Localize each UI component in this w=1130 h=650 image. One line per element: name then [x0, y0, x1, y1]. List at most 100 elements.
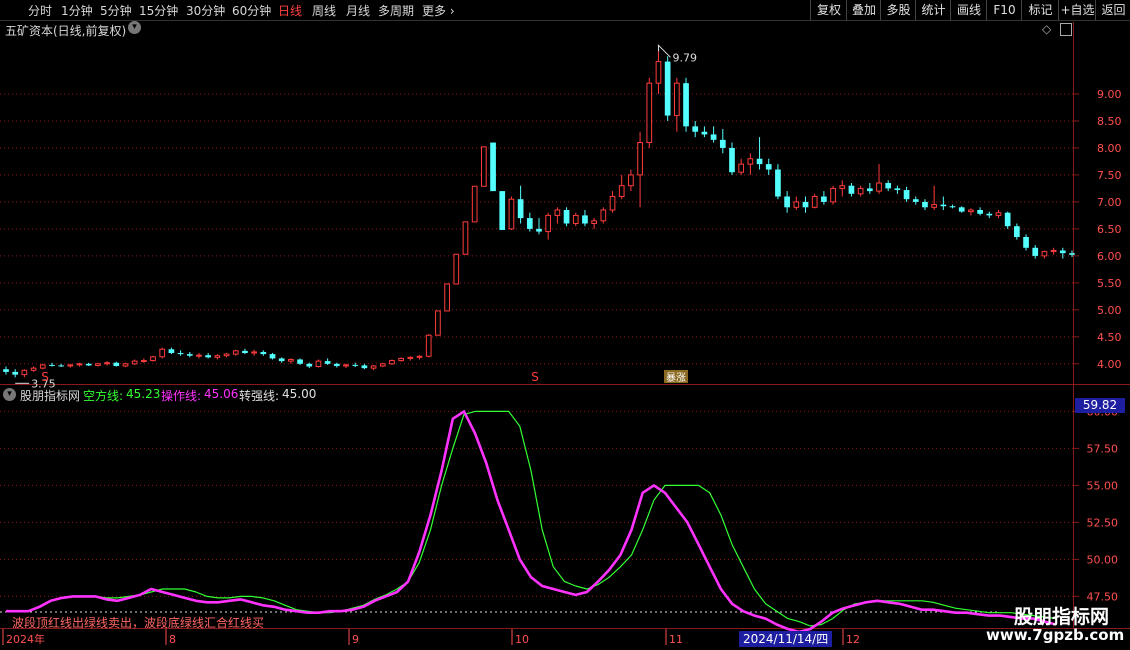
candle-body-up	[435, 310, 441, 336]
watermark-url: www.7gpzb.com	[986, 626, 1125, 644]
candle-body-down	[49, 364, 55, 366]
candle-body-up	[545, 214, 552, 233]
candle-body-down	[821, 196, 827, 202]
chevron-down-icon[interactable]: ▾	[128, 21, 141, 34]
sell-signal-s: S	[41, 370, 49, 384]
candle-body-up	[646, 82, 653, 144]
price-y-label: 8.00	[1097, 142, 1122, 155]
candle-body-down	[958, 207, 965, 212]
price-y-label: 5.00	[1097, 304, 1122, 317]
x-axis-label: 12	[846, 633, 860, 646]
high-marker-label: 9.79	[672, 51, 697, 64]
candle-body-down	[563, 210, 570, 224]
candle-body-up	[453, 253, 460, 285]
candle-body-down	[912, 199, 919, 202]
candle-body-up	[140, 360, 147, 363]
candle-body-down	[701, 131, 708, 135]
candle-body-up	[370, 365, 377, 369]
candle-body-down	[775, 169, 781, 197]
candle-body-up	[76, 363, 83, 366]
candle-body-down	[536, 228, 542, 232]
candle-body-down	[710, 134, 717, 140]
x-axis-label: 10	[515, 633, 529, 646]
candle-body-down	[1032, 247, 1039, 256]
candle-body-down	[333, 363, 340, 366]
candle-body-down	[517, 199, 524, 219]
price-panel-title: 五矿资本(日线,前复权)	[5, 24, 127, 38]
candle-body-down	[894, 188, 901, 191]
candle-body-up	[572, 214, 579, 224]
candle-body-down	[205, 355, 212, 358]
candle-body-down	[582, 215, 588, 224]
chart-canvas: 9.00 8.50 8.00 7.50 7.00 6.50 6.00 5.50 5.00 4.50…	[0, 22, 1130, 646]
candle-body-up	[471, 185, 478, 223]
candle-body-down	[885, 183, 892, 189]
surge-badge-label: 暴涨	[666, 372, 686, 384]
candle-body-up	[159, 348, 166, 358]
candle-body-down	[297, 359, 303, 364]
x-axis-label: 8	[169, 633, 176, 646]
candle-body-up	[481, 146, 487, 187]
price-y-label: 4.50	[1097, 331, 1122, 344]
price-y-label: 6.50	[1097, 223, 1122, 236]
price-y-label: 6.00	[1097, 250, 1122, 263]
candle-body-down	[3, 369, 9, 372]
indicator-name: 股朋指标网	[20, 389, 81, 403]
candle-body-up	[67, 364, 74, 367]
candle-body-up	[379, 363, 386, 367]
panel-toggle-icon[interactable]	[1060, 23, 1072, 36]
candle-body-down	[903, 190, 910, 200]
candle-body-down	[490, 142, 496, 192]
candle-body-up	[232, 350, 239, 355]
candle-body-up	[1041, 251, 1048, 257]
candle-body-up	[811, 196, 818, 208]
candle-body-down	[1014, 226, 1020, 237]
candle-body-down	[719, 139, 726, 148]
indicator-y-label: 57.50	[1087, 442, 1119, 455]
candle-body-up	[251, 351, 257, 354]
candle-body-up	[747, 158, 754, 165]
candle-body-up	[398, 357, 405, 362]
candle-body-down	[168, 349, 175, 354]
watermark-title: 股朋指标网	[1014, 606, 1110, 628]
candle-body-up	[407, 356, 414, 359]
cursor-date: 2024/11/14/四	[739, 631, 833, 647]
candle-body-down	[269, 354, 276, 359]
price-y-label: 9.00	[1097, 88, 1122, 101]
price-y-label: 8.50	[1097, 115, 1122, 128]
indicator-chevron-icon[interactable]: ▾	[3, 388, 16, 401]
line3-label: 转强线:	[239, 389, 280, 403]
candle-body-up	[389, 360, 395, 365]
candle-body-up	[995, 212, 1002, 216]
line2-label: 操作线:	[161, 389, 202, 403]
candle-body-down	[1023, 236, 1029, 248]
candle-body-up	[600, 209, 607, 222]
candle-body-down	[12, 371, 19, 375]
candle-body-up	[618, 185, 625, 198]
candle-body-up	[968, 209, 974, 213]
candle-body-up	[39, 364, 46, 369]
high-marker-arrow	[657, 44, 671, 58]
candle-body-down	[1059, 250, 1066, 254]
candle-body-up	[508, 198, 515, 230]
candle-body-up	[95, 363, 101, 366]
candle-body-down	[113, 362, 120, 366]
candle-body-down	[58, 365, 64, 367]
candle-body-down	[729, 147, 735, 173]
candle-body-up	[131, 360, 138, 365]
candle-body-down	[848, 185, 855, 194]
candle-body-up	[738, 163, 745, 173]
price-y-label: 4.00	[1097, 358, 1122, 371]
diamond-icon[interactable]: ◇	[1042, 22, 1051, 36]
candle-body-up	[628, 174, 634, 187]
sell-signal-s2: S	[531, 370, 539, 384]
candle-body-down	[683, 83, 689, 127]
candle-body-up	[554, 209, 561, 216]
candle-body-up	[839, 185, 846, 189]
candle-body-up	[416, 355, 423, 358]
candle-body-down	[977, 210, 983, 214]
candle-body-up	[857, 187, 864, 195]
candle-body-down	[1069, 253, 1075, 255]
candle-body-down	[85, 363, 92, 366]
candle-body-down	[242, 350, 248, 354]
